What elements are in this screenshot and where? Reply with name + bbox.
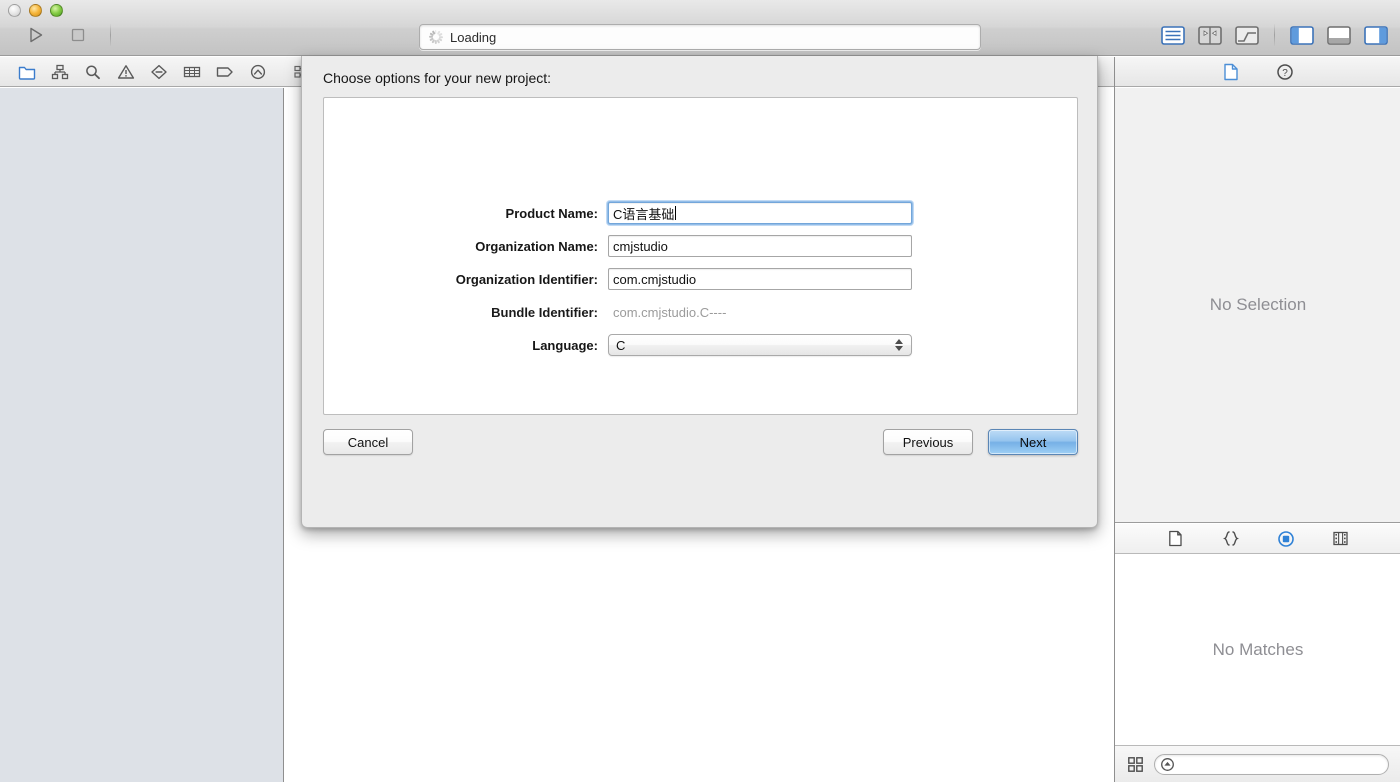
- file-template-library-tab[interactable]: [1162, 528, 1190, 550]
- product-name-input[interactable]: C语言基础: [607, 201, 913, 225]
- spinner-icon: [428, 30, 443, 45]
- organization-identifier-value: com.cmjstudio: [613, 271, 697, 287]
- assistant-editor-button[interactable]: [1196, 24, 1224, 46]
- library-selector-bar: [1115, 524, 1400, 554]
- navigator-toggle-button[interactable]: [1288, 24, 1316, 46]
- library-filter-bar: [1115, 745, 1400, 782]
- filter-icon: [1161, 757, 1174, 771]
- xcode-window: Loading ? No Selection No Matches Choose…: [0, 0, 1400, 782]
- stop-button[interactable]: [64, 24, 92, 46]
- window-titlebar: Loading: [0, 0, 1400, 56]
- navigator-selector-bar: [0, 57, 285, 87]
- run-controls: [22, 24, 115, 46]
- project-navigator-tab[interactable]: [16, 62, 38, 82]
- debug-navigator-tab[interactable]: [181, 62, 203, 82]
- next-button[interactable]: Next: [988, 429, 1078, 455]
- form-row-organization-identifier: Organization Identifier: com.cmjstudio: [324, 268, 1079, 290]
- quick-help-inspector-tab[interactable]: ?: [1271, 61, 1299, 83]
- organization-name-label: Organization Name:: [475, 238, 598, 254]
- bundle-identifier-label: Bundle Identifier:: [491, 304, 598, 320]
- project-options-form: Product Name: C语言基础 Organization Name: c…: [324, 201, 1079, 367]
- library-content: No Matches: [1115, 554, 1400, 745]
- object-library-tab[interactable]: [1272, 528, 1300, 550]
- stepper-arrows-icon[interactable]: [895, 339, 903, 351]
- product-name-label: Product Name:: [505, 205, 598, 221]
- log-navigator-tab[interactable]: [247, 62, 269, 82]
- new-project-options-sheet: Choose options for your new project: Pro…: [301, 56, 1098, 528]
- organization-identifier-label: Organization Identifier:: [455, 271, 598, 287]
- status-text: Loading: [450, 29, 497, 45]
- breakpoint-navigator-tab[interactable]: [214, 62, 236, 82]
- cancel-button[interactable]: Cancel: [323, 429, 413, 455]
- sheet-content-box: Product Name: C语言基础 Organization Name: c…: [323, 97, 1078, 415]
- navigator-panel[interactable]: [0, 88, 284, 782]
- status-bar: Loading: [419, 24, 981, 50]
- inspector-selector-bar: ?: [1115, 57, 1400, 87]
- inspector-content: No Selection: [1115, 88, 1400, 523]
- language-select[interactable]: C: [608, 334, 912, 356]
- version-editor-button[interactable]: [1233, 24, 1261, 46]
- organization-name-input[interactable]: cmjstudio: [608, 235, 912, 257]
- file-inspector-tab[interactable]: [1217, 61, 1245, 83]
- sheet-title: Choose options for your new project:: [323, 70, 552, 86]
- standard-editor-button[interactable]: [1159, 24, 1187, 46]
- product-name-value: C语言基础: [613, 206, 675, 222]
- traffic-lights: [8, 4, 63, 17]
- test-navigator-tab[interactable]: [148, 62, 170, 82]
- organization-name-value: cmjstudio: [613, 238, 668, 254]
- form-row-organization-name: Organization Name: cmjstudio: [324, 235, 1079, 257]
- code-snippet-library-tab[interactable]: [1217, 528, 1245, 550]
- toolbar-divider-2: [1274, 24, 1275, 46]
- form-row-language: Language: C: [324, 334, 1079, 356]
- close-button[interactable]: [8, 4, 21, 17]
- language-value: C: [616, 337, 626, 353]
- previous-button[interactable]: Previous: [883, 429, 973, 455]
- utilities-panel: ? No Selection No Matches: [1114, 57, 1400, 782]
- library-filter-input[interactable]: [1154, 753, 1389, 775]
- library-placeholder: No Matches: [1212, 639, 1304, 659]
- toolbar-divider: [110, 24, 111, 46]
- find-navigator-tab[interactable]: [82, 62, 104, 82]
- form-row-bundle-identifier: Bundle Identifier: com.cmjstudio.C----: [324, 301, 1079, 323]
- zoom-button[interactable]: [50, 4, 63, 17]
- run-button[interactable]: [22, 24, 50, 46]
- minimize-button[interactable]: [29, 4, 42, 17]
- language-label: Language:: [532, 337, 598, 353]
- issue-navigator-tab[interactable]: [115, 62, 137, 82]
- organization-identifier-input[interactable]: com.cmjstudio: [608, 268, 912, 290]
- media-library-tab[interactable]: [1327, 528, 1355, 550]
- svg-text:?: ?: [1282, 68, 1288, 79]
- debug-area-toggle-button[interactable]: [1325, 24, 1353, 46]
- toolbar-right-group: [1159, 24, 1390, 46]
- text-caret: [675, 206, 677, 220]
- symbol-navigator-tab[interactable]: [49, 62, 71, 82]
- inspector-placeholder: No Selection: [1209, 295, 1307, 314]
- grid-view-icon[interactable]: [1127, 756, 1144, 773]
- utilities-toggle-button[interactable]: [1362, 24, 1390, 46]
- bundle-identifier-value: com.cmjstudio.C----: [613, 304, 727, 320]
- form-row-product-name: Product Name: C语言基础: [324, 201, 1079, 225]
- sheet-button-bar: Cancel Previous Next: [302, 429, 1099, 455]
